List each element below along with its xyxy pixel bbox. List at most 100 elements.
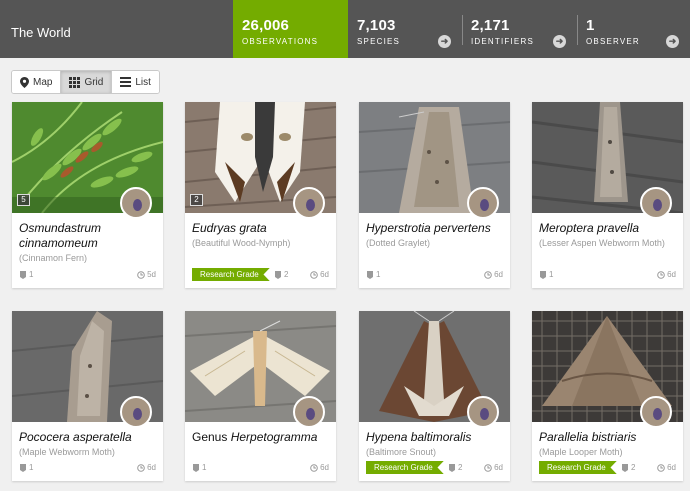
identification-count: 1 — [540, 270, 553, 279]
observation-card[interactable]: Parallelia bistriaris (Maple Looper Moth… — [532, 311, 683, 481]
identification-icon — [449, 463, 455, 472]
observation-card[interactable]: Genus Herpetogramma 1 6d — [185, 311, 336, 481]
avatar[interactable] — [467, 396, 499, 428]
common-name: (Dotted Graylet) — [366, 238, 431, 248]
identification-count: 1 — [20, 270, 33, 279]
observers-stat[interactable]: 1 OBSERVER ➜ — [577, 0, 690, 58]
identifiers-stat[interactable]: 2,171 IDENTIFIERS ➜ — [462, 0, 577, 58]
identification-icon — [540, 270, 546, 279]
identification-count: 2 — [275, 270, 288, 279]
common-name: (Cinnamon Fern) — [19, 253, 88, 263]
identification-icon — [275, 270, 281, 279]
avatar[interactable] — [293, 187, 325, 219]
observation-meta: 1 6d — [185, 461, 336, 474]
avatar[interactable] — [293, 396, 325, 428]
view-toggle: Map Grid List — [11, 70, 160, 94]
avatar[interactable] — [120, 396, 152, 428]
arrow-right-icon[interactable]: ➜ — [666, 35, 679, 48]
species-stat[interactable]: 7,103 SPECIES ➜ — [348, 0, 462, 58]
observation-card[interactable]: Meroptera pravella (Lesser Aspen Webworm… — [532, 102, 683, 288]
observation-age: 6d — [484, 270, 503, 279]
identification-icon — [367, 270, 373, 279]
observation-age: 6d — [484, 463, 503, 472]
taxon-name[interactable]: Osmundastrum cinnamomeum — [19, 221, 157, 251]
clock-icon — [484, 270, 492, 279]
observation-meta: Research Grade 2 6d — [532, 461, 683, 474]
observation-age: 6d — [310, 463, 329, 472]
identification-count: 1 — [193, 463, 206, 472]
observation-meta: 1 5d — [12, 268, 163, 281]
common-name: (Lesser Aspen Webworm Moth) — [539, 238, 665, 248]
research-grade-badge: Research Grade — [539, 461, 617, 474]
taxon-name[interactable]: Parallelia bistriaris — [539, 430, 677, 445]
grid-view-label: Grid — [84, 76, 104, 88]
avatar[interactable] — [467, 187, 499, 219]
research-grade-badge: Research Grade — [366, 461, 444, 474]
photo-count-badge: 2 — [190, 194, 203, 206]
taxon-name[interactable]: Hypena baltimoralis — [366, 430, 504, 445]
grid-view-button[interactable]: Grid — [61, 71, 113, 93]
clock-icon — [310, 270, 318, 279]
observation-card[interactable]: 2 Eudryas grata (Beautiful Wood-Nymph) R… — [185, 102, 336, 288]
identification-count: 1 — [367, 270, 380, 279]
clock-icon — [137, 463, 145, 472]
observation-meta: 1 6d — [532, 268, 683, 281]
list-icon — [120, 77, 132, 87]
observers-count: 1 — [586, 17, 595, 34]
observation-card[interactable]: Hypena baltimoralis (Baltimore Snout) Re… — [359, 311, 510, 481]
identification-icon — [193, 463, 199, 472]
observations-count: 26,006 — [242, 17, 290, 34]
map-marker-icon — [20, 76, 29, 88]
species-label: SPECIES — [357, 37, 401, 46]
observation-card[interactable]: Pococera asperatella (Maple Webworm Moth… — [12, 311, 163, 481]
avatar[interactable] — [120, 187, 152, 219]
photo-count-badge: 5 — [17, 194, 30, 206]
observation-meta: Research Grade 2 6d — [359, 461, 510, 474]
taxon-name[interactable]: Meroptera pravella — [539, 221, 677, 236]
avatar[interactable] — [640, 396, 672, 428]
observation-meta: 1 6d — [359, 268, 510, 281]
clock-icon — [484, 463, 492, 472]
arrow-right-icon[interactable]: ➜ — [553, 35, 566, 48]
identifiers-count: 2,171 — [471, 17, 510, 34]
identification-icon — [20, 270, 26, 279]
clock-icon — [657, 270, 665, 279]
observation-age: 5d — [137, 270, 156, 279]
observation-age: 6d — [657, 270, 676, 279]
observations-label: OBSERVATIONS — [242, 37, 319, 46]
common-name: (Baltimore Snout) — [366, 447, 437, 457]
identification-count: 1 — [20, 463, 33, 472]
observation-meta: 1 6d — [12, 461, 163, 474]
taxon-name[interactable]: Pococera asperatella — [19, 430, 157, 445]
observations-stat[interactable]: 26,006 OBSERVATIONS — [233, 0, 348, 58]
identification-count: 2 — [622, 463, 635, 472]
list-view-button[interactable]: List — [112, 71, 159, 93]
observation-meta: Research Grade 2 6d — [185, 268, 336, 281]
identification-icon — [622, 463, 628, 472]
research-grade-badge: Research Grade — [192, 268, 270, 281]
stats-header: The World 26,006 OBSERVATIONS 7,103 SPEC… — [0, 0, 690, 58]
common-name: (Maple Webworm Moth) — [19, 447, 115, 457]
grid-icon — [69, 76, 81, 88]
taxon-name[interactable]: Hyperstrotia pervertens — [366, 221, 504, 236]
observation-age: 6d — [137, 463, 156, 472]
list-view-label: List — [135, 76, 151, 88]
identification-icon — [20, 463, 26, 472]
observation-age: 6d — [657, 463, 676, 472]
common-name: (Maple Looper Moth) — [539, 447, 623, 457]
common-name: (Beautiful Wood-Nymph) — [192, 238, 291, 248]
taxon-name[interactable]: Eudryas grata — [192, 221, 330, 236]
identifiers-label: IDENTIFIERS — [471, 37, 534, 46]
observation-card[interactable]: 5 Osmundastrum cinnamomeum (Cinnamon Fern… — [12, 102, 163, 288]
clock-icon — [310, 463, 318, 472]
observation-card[interactable]: Hyperstrotia pervertens (Dotted Graylet)… — [359, 102, 510, 288]
identification-count: 2 — [449, 463, 462, 472]
arrow-right-icon[interactable]: ➜ — [438, 35, 451, 48]
clock-icon — [137, 270, 145, 279]
place-name[interactable]: The World — [11, 0, 71, 58]
observers-label: OBSERVER — [586, 37, 640, 46]
map-view-button[interactable]: Map — [12, 71, 62, 93]
avatar[interactable] — [640, 187, 672, 219]
observation-age: 6d — [310, 270, 329, 279]
taxon-name[interactable]: Genus Herpetogramma — [192, 430, 330, 445]
